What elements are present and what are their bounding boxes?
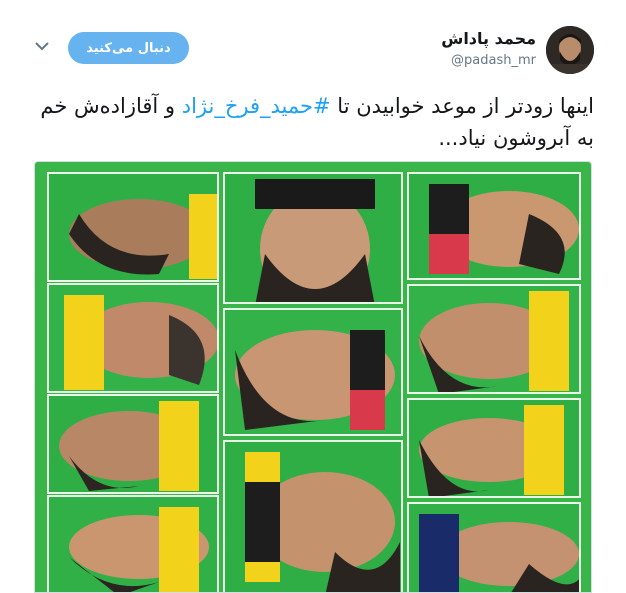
- hashtag-link[interactable]: #حمید_فرخ_نژاد: [182, 94, 331, 118]
- photo-tile: [407, 398, 581, 498]
- photo-tile: [223, 308, 403, 436]
- photo-tile: [407, 284, 581, 394]
- tweet-photo[interactable]: [34, 161, 592, 593]
- chevron-down-icon[interactable]: [32, 36, 52, 56]
- following-button[interactable]: دنبال می‌کنید: [68, 32, 189, 64]
- tweet-text-part: اینها زودتر از موعد خوابیدن تا: [330, 94, 594, 118]
- photo-tile: [47, 394, 219, 494]
- photo-tile: [47, 495, 219, 592]
- photo-tile: [47, 283, 219, 393]
- photo-tile: [407, 502, 581, 592]
- photo-tile: [47, 172, 219, 282]
- user-handle[interactable]: @padash_mr: [451, 53, 536, 68]
- photo-tile: [407, 172, 581, 280]
- photo-tile: [223, 440, 403, 592]
- avatar[interactable]: [546, 26, 594, 74]
- photo-tile: [223, 172, 403, 304]
- tweet-text: اینها زودتر از موعد خوابیدن تا #حمید_فرخ…: [30, 90, 594, 154]
- display-name[interactable]: محمد پاداش: [441, 29, 536, 48]
